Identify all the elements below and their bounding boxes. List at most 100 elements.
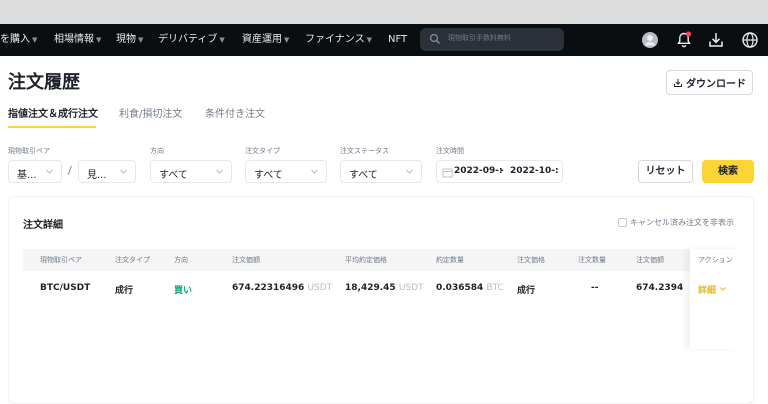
download-icon[interactable]	[706, 30, 726, 50]
nav-item-buy[interactable]: を購入 ▼	[0, 24, 37, 56]
globe-icon[interactable]	[740, 30, 760, 50]
column-header: アクション	[698, 256, 733, 264]
nav-item-markets[interactable]: 相場情報 ▼	[54, 24, 101, 56]
filled-number: 0.036584	[436, 283, 484, 293]
avg-price-unit: USDT	[398, 283, 424, 293]
search-placeholder: 現物取引手数料無料	[448, 34, 511, 42]
cell-avg-price: 18,429.45 USDT	[345, 283, 424, 293]
order-detail-label: 詳細	[698, 286, 717, 296]
column-header: 注文価額	[636, 256, 664, 264]
side-value: すべて	[159, 170, 188, 181]
nav-search-box[interactable]: 現物取引手数料無料	[420, 28, 564, 51]
chevron-down-icon	[46, 169, 53, 174]
tab-limit-market[interactable]: 指値注文＆成行注文	[8, 105, 98, 120]
cell-filled: 0.036584 BTC	[436, 283, 504, 293]
order-details-title: 注文詳細	[23, 220, 63, 231]
cell-side: 買い	[174, 286, 193, 296]
active-tab-underline	[8, 126, 96, 128]
chevron-down-icon	[406, 169, 413, 174]
date-to[interactable]: 2022-10-:	[510, 166, 559, 176]
hide-cancelled-toggle[interactable]: キャンセル済み注文を非表示	[618, 217, 734, 228]
date-from[interactable]: 2022-09-:	[454, 166, 503, 176]
calendar-icon	[442, 168, 453, 178]
time-filter-label: 注文時間	[436, 147, 464, 155]
chevron-down-icon	[216, 169, 223, 174]
chevron-down-icon	[720, 287, 727, 291]
column-header: 平均約定価格	[345, 256, 387, 264]
nav-item-derivatives[interactable]: デリバティブ ▼	[158, 24, 225, 56]
page-title: 注文履歴	[8, 72, 80, 93]
nav-item-label: NFT	[388, 34, 408, 45]
column-header: 方向	[174, 256, 188, 264]
pair-separator: /	[68, 164, 72, 177]
side-select[interactable]: すべて	[150, 160, 232, 183]
pair-filter-label: 現物取引ペア	[8, 147, 50, 155]
tab-tp-sl[interactable]: 利食/損切注文	[119, 105, 182, 120]
caret-down-icon: ▼	[138, 36, 144, 44]
reset-button[interactable]: リセット	[638, 160, 693, 183]
type-value: すべて	[254, 170, 283, 181]
action-column: アクション 詳細	[690, 249, 740, 349]
caret-down-icon: ▼	[284, 36, 290, 44]
download-icon	[674, 78, 682, 87]
browser-top-strip	[0, 0, 768, 24]
nav-item-finance[interactable]: ファイナンス ▼	[305, 24, 372, 56]
download-label: ダウンロード	[686, 79, 746, 90]
nav-item-label: デリバティブ	[158, 34, 218, 45]
column-header: 注文価額	[232, 256, 260, 264]
base-asset-value: 基...	[17, 170, 37, 181]
type-filter-label: 注文タイプ	[245, 147, 280, 155]
hide-cancelled-checkbox[interactable]	[618, 218, 627, 227]
nav-item-nft[interactable]: NFT	[388, 24, 407, 56]
date-separator: -	[500, 166, 504, 176]
column-header: 約定数量	[436, 256, 464, 264]
top-navbar: を購入 ▼ 相場情報 ▼ 現物 ▼ デリバティブ ▼ 資産運用 ▼ ファイナンス ▼ NFT…	[0, 24, 768, 56]
caret-down-icon: ▼	[32, 36, 38, 44]
nav-item-label: ファイナンス	[305, 34, 365, 45]
nav-item-label: 資産運用	[242, 34, 282, 45]
cell-pair: BTC/USDT	[40, 283, 91, 293]
cell-order-qty: --	[591, 283, 599, 293]
nav-item-earn[interactable]: 資産運用 ▼	[242, 24, 289, 56]
cell-order-value: 674.22316496 USDT	[232, 283, 332, 293]
column-header: 注文タイプ	[115, 256, 150, 264]
tab-conditional[interactable]: 条件付き注文	[205, 105, 265, 120]
column-header: 現物取引ペア	[40, 256, 82, 264]
download-button[interactable]: ダウンロード	[666, 70, 753, 95]
nav-item-label: 相場情報	[54, 34, 94, 45]
search-button[interactable]: 検索	[702, 160, 754, 183]
cell-order-price: 成行	[517, 286, 536, 296]
type-select[interactable]: すべて	[245, 160, 327, 183]
nav-item-label: 現物	[116, 34, 136, 45]
status-select[interactable]: すべて	[340, 160, 422, 183]
cell-order-amount: 674.2394	[636, 283, 684, 293]
status-filter-label: 注文ステータス	[340, 147, 389, 155]
cell-order-type: 成行	[115, 286, 134, 296]
caret-down-icon: ▼	[366, 36, 372, 44]
caret-down-icon: ▼	[96, 36, 102, 44]
chevron-down-icon	[311, 169, 318, 174]
main-content: 注文履歴 ダウンロード 指値注文＆成行注文 利食/損切注文 条件付き注文 現物取…	[0, 56, 768, 404]
search-icon	[429, 33, 440, 44]
quote-asset-value: 見...	[87, 170, 107, 181]
column-header: 注文価格	[517, 256, 545, 264]
nav-item-label: を購入	[0, 34, 30, 45]
chevron-down-icon	[120, 169, 127, 174]
status-value: すべて	[349, 170, 378, 181]
nav-item-spot[interactable]: 現物 ▼	[116, 24, 143, 56]
base-asset-select[interactable]: 基...	[8, 160, 62, 183]
order-details-panel: 注文詳細 キャンセル済み注文を非表示 現物取引ペア 注文タイプ 方向 注文価額 …	[8, 196, 754, 404]
order-value-unit: USDT	[307, 283, 333, 293]
table-header: 現物取引ペア 注文タイプ 方向 注文価額 平均約定価格 約定数量 注文価格 注文…	[23, 249, 740, 271]
avg-price-number: 18,429.45	[345, 283, 396, 293]
avatar-icon[interactable]	[640, 30, 660, 50]
caret-down-icon: ▼	[219, 36, 225, 44]
side-filter-label: 方向	[150, 147, 164, 155]
order-detail-link[interactable]: 詳細	[698, 283, 727, 296]
order-value-number: 674.22316496	[232, 283, 305, 293]
quote-asset-select[interactable]: 見...	[78, 160, 136, 183]
hide-cancelled-label: キャンセル済み注文を非表示	[630, 218, 734, 227]
filled-unit: BTC	[486, 283, 504, 293]
date-range-picker[interactable]: 2022-09-: - 2022-10-:	[436, 160, 563, 183]
notification-bell-icon[interactable]	[674, 30, 694, 50]
